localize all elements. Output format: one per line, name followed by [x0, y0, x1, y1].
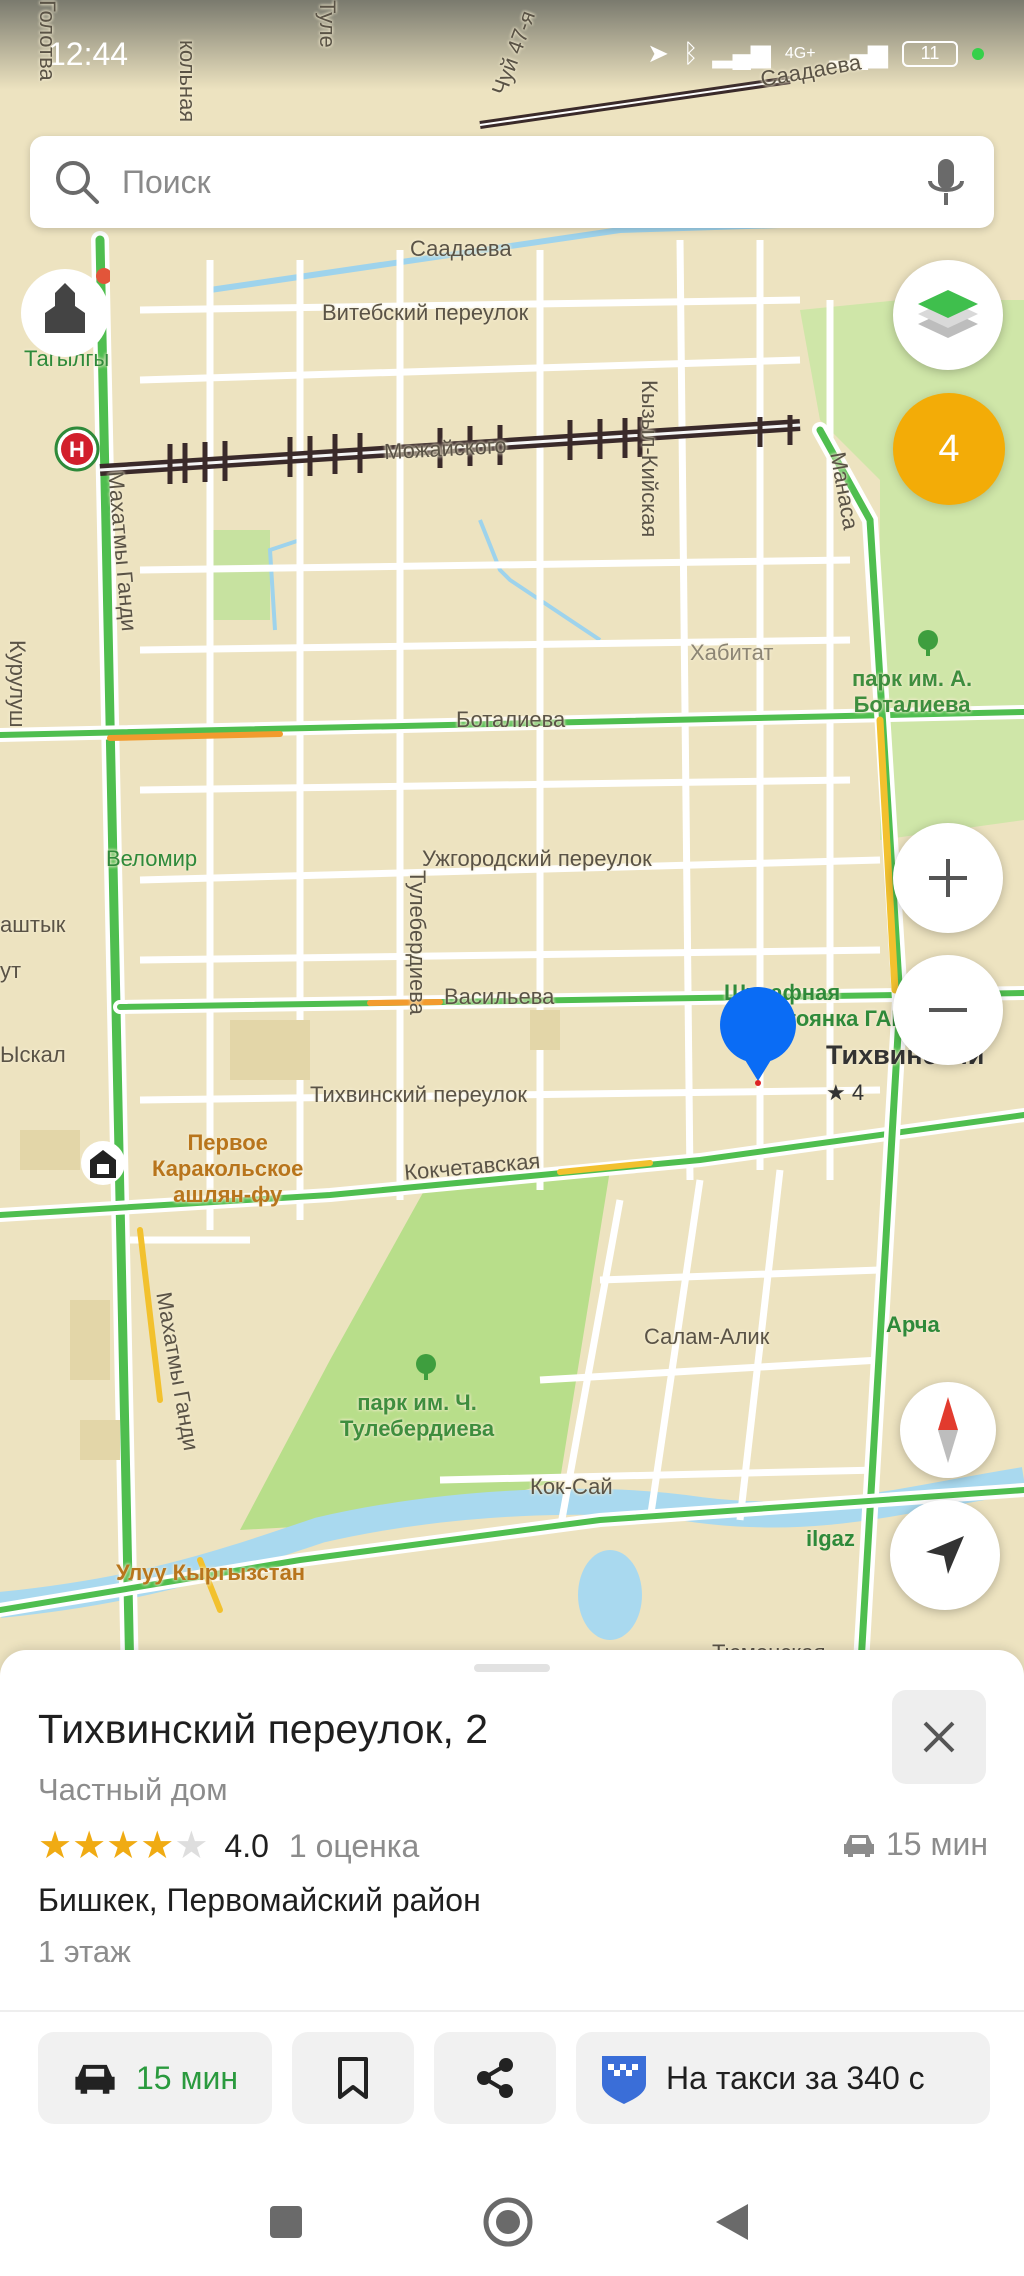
taxi-button[interactable]: На такси за 340 с — [576, 2032, 990, 2124]
map-view[interactable]: 12:44 ➤ ᛒ ▂▄▆ 4G+ ▂▄▆ 11 Саадаева Саадае… — [0, 0, 1024, 1680]
close-button[interactable] — [892, 1690, 986, 1784]
search-input[interactable]: Поиск — [122, 164, 924, 201]
poi-park-tuleberdieva[interactable]: парк им. Ч. Тулебердиева — [340, 1390, 494, 1442]
privacy-dot-icon — [972, 47, 984, 60]
church-icon[interactable] — [20, 268, 110, 358]
bluetooth-icon: ᛒ — [682, 38, 699, 68]
street-label-salam-alik: Салам-Алик — [644, 1324, 770, 1349]
route-button[interactable]: 15 мин — [38, 2032, 272, 2124]
status-time: 12:44 — [48, 36, 129, 72]
star-icon: ★ — [38, 1825, 73, 1867]
car-icon — [75, 2064, 115, 2094]
street-label-kurulush: Курулуш — [5, 640, 30, 728]
street-label-ltva: Голотва — [35, 0, 60, 81]
compass-button[interactable] — [900, 1382, 996, 1478]
street-label-vitebsky: Витебский переулок — [322, 300, 529, 325]
street-label-saadaeva: Саадаева — [410, 236, 512, 261]
drive-time: 15 мин — [842, 1826, 988, 1863]
zoom-out-button[interactable] — [893, 955, 1003, 1065]
street-label-vasilyeva: Васильева — [444, 984, 555, 1009]
compass-icon — [938, 1397, 958, 1463]
street-label-tuleberdieva: Тулебердиева — [405, 870, 430, 1015]
search-icon — [56, 161, 99, 204]
poi-velomir[interactable]: Веломир — [106, 846, 197, 872]
place-marker-icon[interactable] — [712, 985, 804, 1087]
star-icon: ★ — [140, 1825, 175, 1867]
street-label-koltsevaya: кольная — [175, 40, 200, 123]
bookmark-button[interactable] — [292, 2032, 414, 2124]
star-empty-icon: ★ — [174, 1825, 209, 1867]
street-label-ashtyk: аштык — [0, 912, 66, 937]
poi-park-botalieva[interactable]: парк им. А. Боталиева — [852, 666, 972, 718]
divider — [0, 2010, 1024, 2012]
poi-uluu[interactable]: Улуу Кыргызстан — [116, 1560, 305, 1586]
notifications-badge[interactable]: 4 — [893, 393, 1005, 505]
location-arrow-icon — [926, 1536, 964, 1574]
sheet-drag-handle[interactable] — [474, 1664, 550, 1672]
street-label-tule-top: Туле — [315, 0, 340, 48]
layers-icon — [918, 290, 978, 338]
tree-icon — [918, 630, 938, 656]
place-type: Частный дом — [38, 1772, 228, 1807]
home-icon[interactable] — [482, 2196, 534, 2248]
taxi-icon — [602, 2056, 646, 2104]
share-button[interactable] — [434, 2032, 556, 2124]
svg-text:H: H — [69, 437, 85, 462]
battery-icon: 11 — [902, 40, 958, 67]
taxi-button-label: На такси за 340 с — [666, 2059, 925, 2096]
poi-archa[interactable]: Арча — [886, 1312, 940, 1338]
street-label-kok-sai: Кок-Сай — [530, 1474, 613, 1499]
minus-icon — [929, 1008, 967, 1012]
system-nav-bar — [0, 2180, 1024, 2276]
microphone-icon[interactable] — [924, 157, 968, 207]
poi-ilgaz[interactable]: ilgaz — [806, 1526, 855, 1552]
my-location-button[interactable] — [890, 1500, 1000, 1610]
hospital-icon[interactable]: H — [54, 426, 100, 472]
plus-icon — [929, 859, 967, 897]
place-title: Тихвинский переулок, 2 — [38, 1706, 489, 1752]
street-label-yt: ут — [0, 958, 22, 983]
poi-tikhvinsky-rating: ★ 4 — [826, 1080, 865, 1105]
street-label-habitat: Хабитат — [690, 640, 774, 665]
rating-count[interactable]: 1 оценка — [289, 1828, 419, 1865]
poi-karakol-cafe[interactable]: Первое Каракольское ашлян-фу — [152, 1130, 303, 1208]
map-canvas[interactable] — [0, 0, 1024, 1680]
star-icon: ★ — [106, 1825, 141, 1867]
place-floors: 1 этаж — [38, 1934, 131, 1969]
location-icon: ➤ — [647, 38, 669, 68]
route-button-label: 15 мин — [135, 2059, 239, 2096]
search-bar[interactable]: Поиск — [30, 136, 994, 228]
drive-time-label: 15 мин — [885, 1826, 988, 1862]
bookmark-icon — [338, 2057, 368, 2099]
signal-icon: ▂▄▆ — [712, 38, 771, 68]
parking-icon[interactable] — [80, 1140, 126, 1186]
place-address: Бишкек, Первомайский район — [38, 1882, 481, 1918]
star-icon: ★ — [72, 1825, 107, 1867]
battery-level: 11 — [920, 43, 940, 63]
car-icon — [843, 1834, 874, 1857]
street-label-tikhvinsky: Тихвинский переулок — [310, 1082, 528, 1107]
zoom-in-button[interactable] — [893, 823, 1003, 933]
tree-icon-2 — [416, 1354, 436, 1380]
street-label-uzhgorodsky: Ужгородский переулок — [422, 846, 652, 871]
rating-row[interactable]: ★ ★ ★ ★ ★ 4.0 1 оценка — [38, 1826, 419, 1866]
street-label-myskal: Ыскал — [0, 1042, 66, 1067]
recents-icon[interactable] — [264, 2200, 308, 2244]
share-icon — [477, 2058, 513, 2098]
close-icon — [923, 1721, 955, 1753]
rating-value: 4.0 — [224, 1827, 269, 1864]
street-label-kyzyl-kiyskaya: Кызыл-Кийская — [637, 380, 662, 538]
street-label-botalieva: Боталиева — [456, 707, 566, 732]
back-icon[interactable] — [710, 2200, 754, 2244]
layers-button[interactable] — [893, 260, 1003, 370]
